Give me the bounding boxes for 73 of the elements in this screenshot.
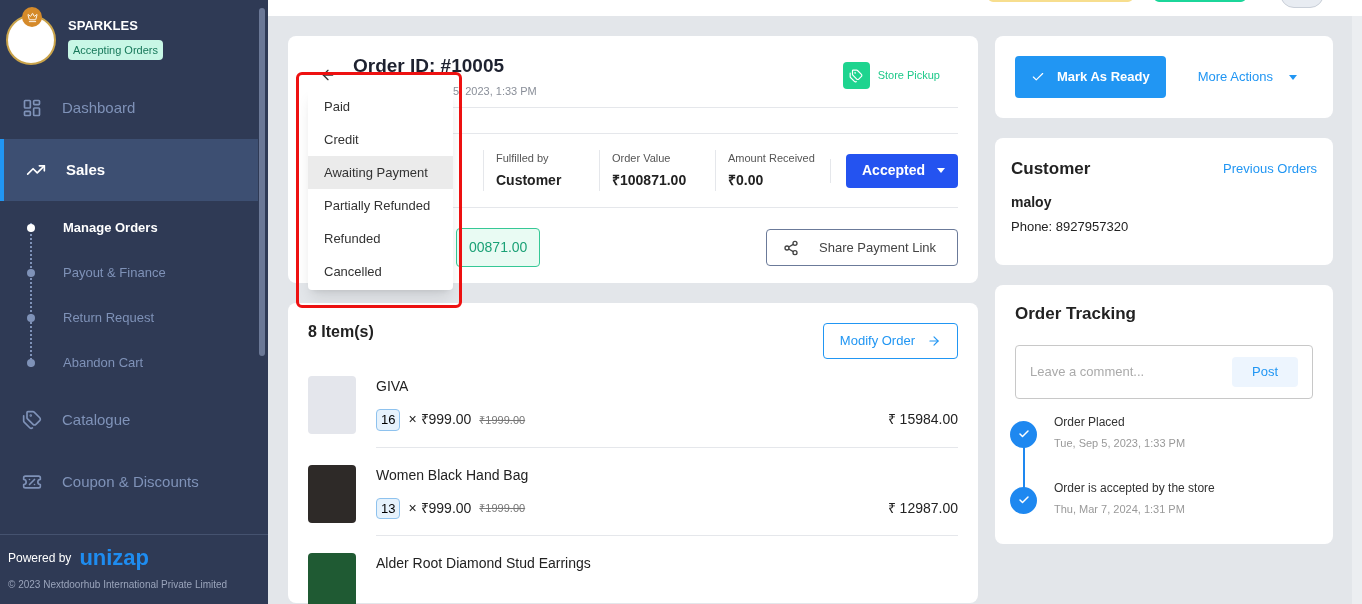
stat-value: ₹0.00 — [728, 171, 765, 191]
product-photo-placeholder — [308, 553, 356, 604]
modify-order-button[interactable]: Modify Order — [822, 323, 958, 359]
sidebar-item[interactable]: Dashboard — [0, 77, 258, 139]
bullet-icon — [27, 268, 35, 277]
original-price: ₹1999.00 — [479, 501, 526, 516]
unit-price: × ₹999.00 — [408, 498, 472, 518]
original-price: ₹1999.00 — [479, 412, 526, 428]
menu-option[interactable]: Paid — [308, 90, 453, 123]
event-title: Order Placed — [1054, 413, 1126, 431]
product-photo-placeholder — [308, 464, 356, 523]
powered-by-label: Powered by — [8, 550, 72, 567]
sidebar-item[interactable]: Catalogue — [0, 389, 258, 451]
store-icon — [842, 62, 870, 89]
items-count: 8 Item(s) — [308, 322, 374, 342]
line-total: ₹ 12987.00 — [887, 498, 958, 518]
copyright-text: © 2023 Nextdoorhub International Private Limited — [8, 578, 229, 592]
status-dropdown[interactable]: Accepted — [846, 153, 958, 188]
back-arrow-icon[interactable] — [320, 67, 336, 83]
stat-label: Amount Received — [728, 150, 816, 166]
arrow-right-icon — [927, 334, 941, 348]
share-payment-link-button[interactable]: Share Payment Link — [766, 229, 958, 266]
sidebar-item[interactable]: Coupon & Discounts — [0, 451, 258, 513]
tracking-title: Order Tracking — [1015, 303, 1137, 325]
menu-option[interactable]: Cancelled — [308, 255, 453, 288]
sidebar-item[interactable]: Sales — [0, 139, 258, 201]
event-time: Thu, Mar 7, 2024, 1:31 PM — [1054, 501, 1186, 517]
previous-orders-link[interactable]: Previous Orders — [1223, 159, 1317, 179]
bullet-icon — [27, 223, 35, 232]
unit-price: × ₹999.00 — [408, 410, 472, 430]
tag-icon — [22, 410, 42, 430]
event-title: Order is accepted by the store — [1054, 479, 1215, 497]
dashboard-icon — [22, 98, 42, 118]
menu-option[interactable]: Awaiting Payment — [308, 156, 453, 189]
customer-title: Customer — [1011, 158, 1091, 180]
customer-phone: Phone: 8927957320 — [1011, 217, 1130, 236]
product-name: GIVA — [376, 377, 410, 396]
share-icon — [783, 239, 799, 256]
product-photo-placeholder — [308, 376, 356, 434]
product-name: Alder Root Diamond Stud Earrings — [376, 554, 592, 573]
caret-icon — [937, 168, 946, 173]
scrollbar[interactable] — [259, 8, 265, 356]
menu-option[interactable]: Credit — [308, 123, 453, 156]
order-title: Order ID: #10005 — [353, 54, 506, 78]
mark-as-ready-button[interactable]: Mark As Ready — [1015, 56, 1166, 98]
ticket-icon — [22, 472, 42, 492]
page-scrollbar[interactable] — [1352, 16, 1362, 604]
submenu-item[interactable]: Payout & Finance — [63, 262, 166, 283]
submenu-item[interactable]: Manage Orders — [63, 217, 158, 238]
more-actions-button[interactable]: More Actions — [1197, 67, 1297, 87]
menu-option[interactable]: Refunded — [308, 222, 453, 255]
quantity-badge: 13 — [376, 497, 401, 519]
product-name: Women Black Hand Bag — [376, 465, 530, 485]
store-name: SPARKLES — [68, 17, 139, 35]
status-badge: Accepting Orders — [68, 39, 163, 60]
event-time: Tue, Sep 5, 2023, 1:33 PM — [1054, 435, 1186, 451]
delivery-type: Store Pickup — [877, 68, 940, 84]
stat-label: Fulfilled by — [496, 150, 550, 166]
submenu-item[interactable]: Return Request — [63, 307, 155, 328]
comment-field[interactable]: Leave a comment... Post — [1015, 344, 1313, 399]
quantity-badge: 16 — [376, 409, 401, 431]
caret-icon — [1288, 74, 1297, 80]
unizap-logo: unizap — [79, 547, 150, 569]
stat-value: ₹100871.00 — [612, 171, 688, 191]
stat-value: Customer — [496, 171, 563, 191]
customer-name: maloy — [1011, 192, 1053, 212]
check-icon — [1031, 70, 1045, 84]
menu-option[interactable]: Partially Refunded — [308, 189, 453, 222]
stat-label: Order Value — [612, 150, 672, 166]
line-total: ₹ 15984.00 — [887, 410, 958, 430]
post-button[interactable]: Post — [1232, 356, 1298, 387]
payment-amount: 00871.00 — [456, 228, 541, 267]
submenu-item[interactable]: Abandon Cart — [63, 352, 144, 373]
